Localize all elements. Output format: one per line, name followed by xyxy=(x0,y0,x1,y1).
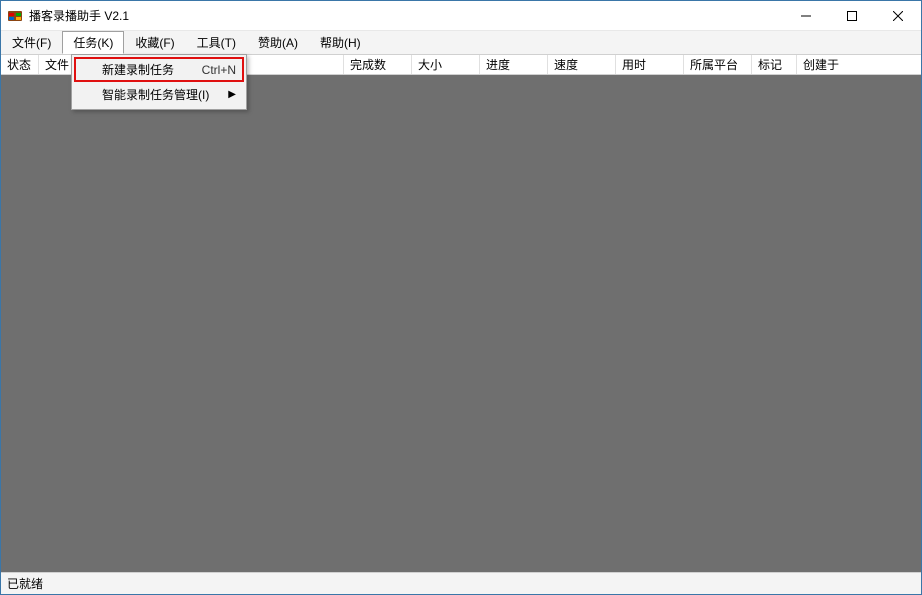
dropdown-item-shortcut: Ctrl+N xyxy=(202,63,236,77)
maximize-icon xyxy=(847,11,857,21)
menu-favorites[interactable]: 收藏(F) xyxy=(124,31,185,54)
dropdown-item-label: 新建录制任务 xyxy=(102,61,186,78)
status-text: 已就绪 xyxy=(7,575,43,592)
title-bar: 播客录播助手 V2.1 xyxy=(1,1,921,31)
window-controls xyxy=(783,1,921,30)
menu-sponsor[interactable]: 赞助(A) xyxy=(247,31,309,54)
menu-help[interactable]: 帮助(H) xyxy=(309,31,372,54)
col-status[interactable]: 状态 xyxy=(1,55,39,74)
maximize-button[interactable] xyxy=(829,1,875,30)
menu-file[interactable]: 文件(F) xyxy=(1,31,62,54)
col-completed[interactable]: 完成数 xyxy=(344,55,412,74)
col-speed[interactable]: 速度 xyxy=(548,55,616,74)
close-button[interactable] xyxy=(875,1,921,30)
submenu-arrow-icon: ▶ xyxy=(228,89,236,100)
col-created[interactable]: 创建于 xyxy=(797,55,867,74)
col-size[interactable]: 大小 xyxy=(412,55,480,74)
close-icon xyxy=(893,11,903,21)
col-elapsed[interactable]: 用时 xyxy=(616,55,684,74)
app-title: 播客录播助手 V2.1 xyxy=(29,7,783,24)
col-mark[interactable]: 标记 xyxy=(752,55,797,74)
menu-new-record-task[interactable]: 新建录制任务 Ctrl+N xyxy=(74,57,244,82)
task-dropdown: 新建录制任务 Ctrl+N 智能录制任务管理(I) ▶ xyxy=(71,54,247,110)
content-area xyxy=(1,75,921,572)
menu-task[interactable]: 任务(K) xyxy=(62,31,124,54)
menu-smart-record-manage[interactable]: 智能录制任务管理(I) ▶ xyxy=(74,82,244,107)
menu-tools[interactable]: 工具(T) xyxy=(186,31,247,54)
minimize-button[interactable] xyxy=(783,1,829,30)
col-platform[interactable]: 所属平台 xyxy=(684,55,752,74)
app-icon xyxy=(7,8,23,24)
col-progress[interactable]: 进度 xyxy=(480,55,548,74)
menu-bar: 文件(F) 任务(K) 收藏(F) 工具(T) 赞助(A) 帮助(H) 新建录制… xyxy=(1,31,921,55)
minimize-icon xyxy=(801,11,811,21)
dropdown-item-label: 智能录制任务管理(I) xyxy=(102,86,212,103)
status-bar: 已就绪 xyxy=(1,572,921,594)
